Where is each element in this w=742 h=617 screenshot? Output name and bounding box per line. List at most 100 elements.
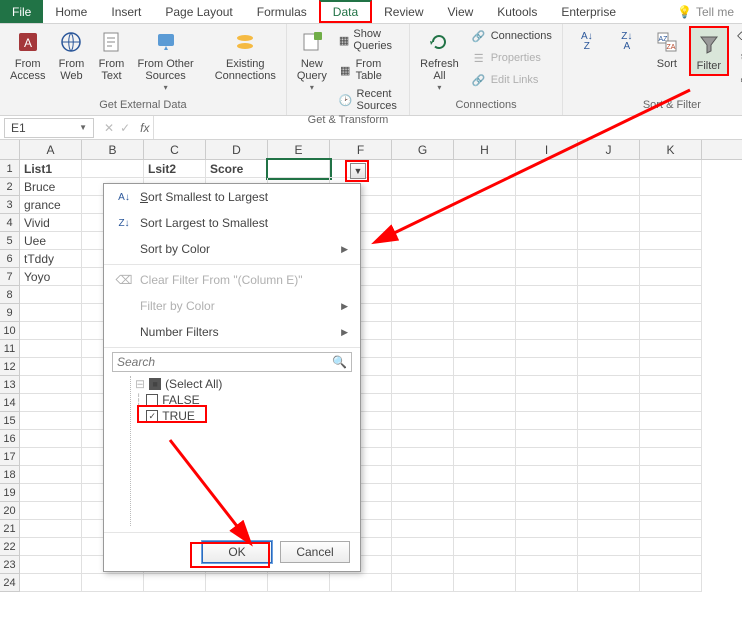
cell[interactable] bbox=[516, 250, 578, 268]
cell[interactable] bbox=[20, 286, 82, 304]
cell[interactable] bbox=[640, 538, 702, 556]
cell[interactable] bbox=[516, 232, 578, 250]
cell[interactable] bbox=[20, 340, 82, 358]
cell[interactable] bbox=[20, 394, 82, 412]
cell[interactable] bbox=[640, 394, 702, 412]
rowhead[interactable]: 20 bbox=[0, 502, 20, 520]
rowhead[interactable]: 23 bbox=[0, 556, 20, 574]
cell[interactable]: tTddy bbox=[20, 250, 82, 268]
name-box[interactable]: E1 ▼ bbox=[4, 118, 94, 138]
cell[interactable] bbox=[392, 556, 454, 574]
cell[interactable] bbox=[578, 412, 640, 430]
cell[interactable] bbox=[454, 178, 516, 196]
cell[interactable]: Yoyo bbox=[20, 268, 82, 286]
cell[interactable] bbox=[20, 484, 82, 502]
checkbox-indeterminate[interactable]: ■ bbox=[149, 378, 161, 390]
recent-sources-button[interactable]: 🕑Recent Sources bbox=[335, 86, 403, 114]
cell[interactable] bbox=[640, 196, 702, 214]
ok-button[interactable]: OK bbox=[202, 541, 272, 563]
cell[interactable] bbox=[516, 178, 578, 196]
rowhead[interactable]: 2 bbox=[0, 178, 20, 196]
cell[interactable] bbox=[640, 322, 702, 340]
cell[interactable] bbox=[578, 250, 640, 268]
colhead-F[interactable]: F bbox=[330, 140, 392, 159]
tab-kutools[interactable]: Kutools bbox=[485, 0, 549, 23]
cell[interactable] bbox=[392, 322, 454, 340]
formula-input[interactable] bbox=[153, 116, 742, 139]
cell[interactable] bbox=[392, 268, 454, 286]
cell[interactable] bbox=[578, 556, 640, 574]
cell[interactable]: Uee bbox=[20, 232, 82, 250]
rowhead[interactable]: 10 bbox=[0, 322, 20, 340]
cell[interactable]: Bruce bbox=[20, 178, 82, 196]
filter-search[interactable]: 🔍 bbox=[112, 352, 352, 372]
cell[interactable] bbox=[516, 394, 578, 412]
cell[interactable] bbox=[20, 538, 82, 556]
cell[interactable] bbox=[392, 412, 454, 430]
cell[interactable] bbox=[516, 538, 578, 556]
cell[interactable] bbox=[20, 412, 82, 430]
tab-enterprise[interactable]: Enterprise bbox=[549, 0, 628, 23]
cell[interactable] bbox=[20, 556, 82, 574]
cell[interactable] bbox=[454, 358, 516, 376]
chevron-down-icon[interactable]: ▼ bbox=[79, 123, 87, 132]
tab-pagelayout[interactable]: Page Layout bbox=[153, 0, 244, 23]
cell[interactable] bbox=[640, 358, 702, 376]
cell[interactable] bbox=[454, 322, 516, 340]
rowhead[interactable]: 24 bbox=[0, 574, 20, 592]
cell[interactable] bbox=[454, 466, 516, 484]
from-other-button[interactable]: From Other Sources ▾ bbox=[133, 26, 197, 95]
rowhead[interactable]: 22 bbox=[0, 538, 20, 556]
colhead-H[interactable]: H bbox=[454, 140, 516, 159]
cell[interactable] bbox=[392, 430, 454, 448]
cell[interactable] bbox=[82, 160, 144, 178]
cell[interactable] bbox=[640, 304, 702, 322]
tab-file[interactable]: File bbox=[0, 0, 43, 23]
colhead-G[interactable]: G bbox=[392, 140, 454, 159]
cell[interactable] bbox=[516, 574, 578, 592]
cell[interactable] bbox=[20, 448, 82, 466]
checkbox-checked[interactable]: ✓ bbox=[146, 410, 158, 422]
cell[interactable] bbox=[578, 160, 640, 178]
rowhead[interactable]: 14 bbox=[0, 394, 20, 412]
cell[interactable] bbox=[640, 178, 702, 196]
cell[interactable] bbox=[578, 178, 640, 196]
clear-filter-button[interactable]: ⌫ bbox=[733, 26, 742, 46]
cell[interactable] bbox=[392, 214, 454, 232]
cell[interactable] bbox=[578, 538, 640, 556]
cell[interactable] bbox=[392, 484, 454, 502]
cell[interactable] bbox=[578, 430, 640, 448]
colhead-E[interactable]: E bbox=[268, 140, 330, 159]
rowhead[interactable]: 1 bbox=[0, 160, 20, 178]
cell[interactable] bbox=[20, 322, 82, 340]
cell[interactable] bbox=[516, 160, 578, 178]
cell[interactable] bbox=[454, 502, 516, 520]
filter-value-false[interactable]: ┆FALSE bbox=[135, 392, 350, 408]
show-queries-button[interactable]: ▦Show Queries bbox=[335, 26, 403, 54]
rowhead[interactable]: 5 bbox=[0, 232, 20, 250]
rowhead[interactable]: 7 bbox=[0, 268, 20, 286]
cell[interactable] bbox=[392, 160, 454, 178]
cell[interactable] bbox=[454, 250, 516, 268]
cell[interactable] bbox=[516, 484, 578, 502]
refresh-all-button[interactable]: Refresh All ▾ bbox=[416, 26, 463, 95]
rowhead[interactable]: 13 bbox=[0, 376, 20, 394]
cell[interactable] bbox=[454, 556, 516, 574]
cell[interactable] bbox=[82, 574, 144, 592]
cell[interactable] bbox=[392, 196, 454, 214]
colhead-C[interactable]: C bbox=[144, 140, 206, 159]
cell[interactable] bbox=[392, 178, 454, 196]
cell[interactable] bbox=[578, 196, 640, 214]
cell[interactable] bbox=[640, 376, 702, 394]
checkbox-unchecked[interactable] bbox=[146, 394, 158, 406]
cell[interactable] bbox=[392, 340, 454, 358]
cell[interactable] bbox=[454, 304, 516, 322]
cell[interactable] bbox=[640, 574, 702, 592]
cell[interactable] bbox=[516, 520, 578, 538]
new-query-button[interactable]: New Query ▾ bbox=[293, 26, 331, 95]
tab-home[interactable]: Home bbox=[43, 0, 99, 23]
rowhead[interactable]: 16 bbox=[0, 430, 20, 448]
cell[interactable] bbox=[516, 196, 578, 214]
cell[interactable] bbox=[578, 484, 640, 502]
cell[interactable] bbox=[640, 412, 702, 430]
